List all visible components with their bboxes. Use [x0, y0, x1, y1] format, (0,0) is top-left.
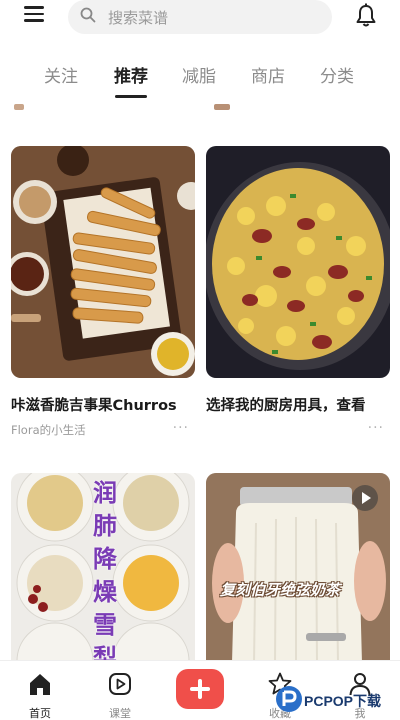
play-video-icon[interactable] [352, 485, 378, 511]
overlay-char: 降 [93, 545, 117, 573]
tab-recommend[interactable]: 推荐 [114, 62, 148, 87]
nav-home-label: 首页 [29, 707, 51, 720]
overlay-char: 雪 [93, 611, 117, 639]
previous-card-image-sliver [214, 104, 230, 110]
nav-classroom-label: 课堂 [109, 707, 131, 720]
overlay-char: 燥 [93, 578, 117, 606]
more-icon[interactable]: ··· [173, 420, 189, 436]
tab-store[interactable]: 商店 [251, 62, 285, 87]
recipe-title[interactable]: 咔滋香脆吉事果Churros [11, 394, 195, 415]
tab-category[interactable]: 分类 [320, 62, 354, 87]
add-button[interactable] [176, 669, 224, 709]
active-tab-indicator [115, 95, 147, 98]
play-icon [109, 673, 131, 695]
search-input[interactable]: 搜索菜谱 [68, 0, 332, 34]
home-icon [30, 674, 50, 695]
overlay-char: 润 [93, 479, 117, 507]
recipe-card-image[interactable] [206, 146, 390, 378]
tab-follow[interactable]: 关注 [44, 62, 78, 87]
top-bar: 搜索菜谱 [0, 0, 400, 34]
recipe-card[interactable]: 润 肺 降 燥 雪 梨 [11, 473, 195, 663]
nav-home[interactable]: 首页 [10, 661, 70, 720]
recipe-title[interactable]: 选择我的厨房用具，查看 [206, 394, 390, 415]
watermark-text: PCPOP下载 [304, 693, 382, 709]
recipe-card[interactable]: 咔滋香脆吉事果Churros Flora的小生活 ··· [11, 146, 195, 438]
recipe-card-image[interactable]: 润 肺 降 燥 雪 梨 [11, 473, 195, 663]
category-tabs: 关注 推荐 减脂 商店 分类 [0, 62, 400, 102]
previous-card-image-sliver [14, 104, 24, 110]
more-icon[interactable]: ··· [368, 420, 384, 436]
recipe-card-image[interactable] [11, 146, 195, 378]
nav-classroom[interactable]: 课堂 [90, 661, 150, 720]
bell-icon[interactable] [354, 3, 378, 29]
tab-fat-loss[interactable]: 减脂 [182, 62, 216, 87]
watermark-logo [276, 686, 302, 712]
search-placeholder: 搜索菜谱 [108, 9, 169, 27]
watermark: PCPOP下载 [274, 680, 398, 720]
recipe-card[interactable]: 复刻伯牙绝弦奶茶 [206, 473, 390, 663]
recipe-author[interactable]: Flora的小生活 [11, 422, 86, 438]
recipe-card-image[interactable]: 复刻伯牙绝弦奶茶 [206, 473, 390, 663]
search-icon [80, 7, 96, 23]
recipe-card[interactable]: 选择我的厨房用具，查看 ··· [206, 146, 390, 436]
overlay-char: 肺 [93, 512, 117, 540]
overlay-caption: 复刻伯牙绝弦奶茶 [220, 581, 341, 599]
menu-icon[interactable] [24, 6, 44, 24]
